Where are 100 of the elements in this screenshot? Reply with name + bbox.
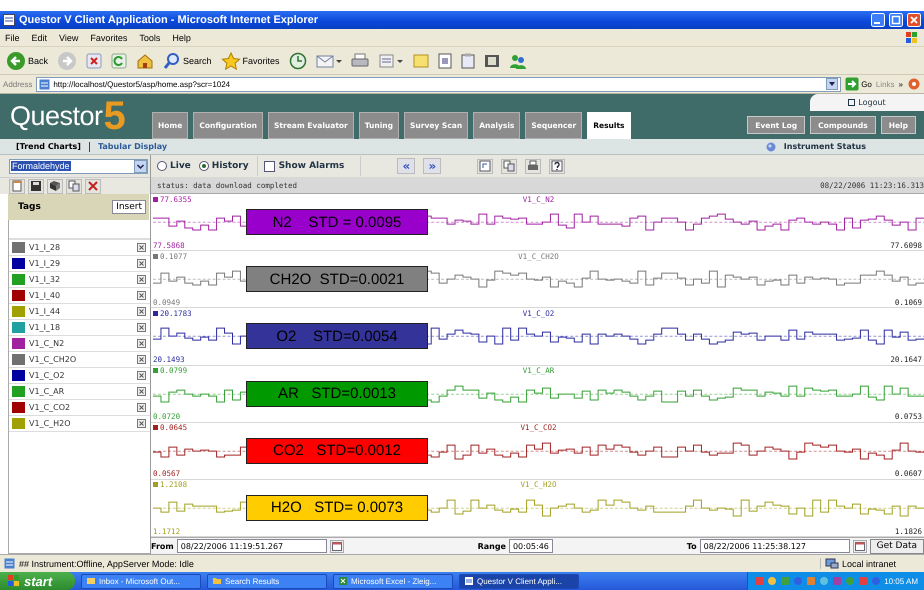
- logout-link[interactable]: Logout: [810, 94, 924, 111]
- taskbar-button[interactable]: Microsoft Excel - Zleig...: [333, 574, 453, 588]
- remove-icon[interactable]: [137, 243, 146, 252]
- radio-option[interactable]: History: [198, 161, 249, 171]
- maximize-icon[interactable]: [889, 13, 903, 27]
- status-text: ## Instrument:Offline, AppServer Mode: Idle: [19, 558, 194, 568]
- clock-icon: [288, 52, 307, 70]
- clipboard-icon: [460, 52, 475, 68]
- folder-icon: [212, 576, 222, 586]
- annotation-box: AR STD=0.0013: [246, 380, 428, 407]
- instrument-status-label[interactable]: Instrument Status: [784, 142, 866, 151]
- search-button[interactable]: Search: [161, 48, 214, 72]
- insert-button[interactable]: Insert: [112, 200, 146, 214]
- page-icon: [4, 558, 15, 569]
- tag-row[interactable]: V1_I_28: [9, 240, 150, 256]
- taskbar-button[interactable]: Inbox - Microsoft Out...: [81, 574, 201, 588]
- radio-option[interactable]: Live: [157, 161, 191, 171]
- copy-chart-button[interactable]: [501, 158, 518, 174]
- page-nav-button[interactable]: »: [423, 158, 442, 174]
- page-nav-button[interactable]: «: [397, 158, 416, 174]
- annotation-box: O2 STD=0.0054: [246, 323, 428, 350]
- back-button[interactable]: Back: [4, 48, 50, 72]
- page-icon: [39, 78, 50, 90]
- remove-icon[interactable]: [137, 307, 146, 316]
- square-icon: [848, 99, 856, 106]
- menu-item[interactable]: File: [5, 32, 20, 42]
- tag-row[interactable]: V1_C_AR: [9, 384, 150, 400]
- save-button[interactable]: [28, 178, 44, 194]
- remove-icon[interactable]: [137, 339, 146, 348]
- close-icon[interactable]: [907, 13, 921, 27]
- annotation-box: CO2 STD=0.0012: [246, 438, 428, 464]
- tag-row[interactable]: V1_C_N2: [9, 336, 150, 352]
- remove-icon[interactable]: [137, 419, 146, 428]
- windows-logo-icon: [905, 30, 919, 44]
- more-links-button[interactable]: »: [898, 80, 903, 88]
- new-page-button[interactable]: [9, 178, 25, 194]
- from-date-field[interactable]: 08/22/2006 11:19:51.267: [176, 539, 327, 553]
- remove-icon[interactable]: [137, 291, 146, 300]
- clock: 10:05 AM: [884, 576, 918, 586]
- compound-dropdown[interactable]: Formaldehyde: [9, 158, 148, 174]
- copy-icon: [68, 180, 80, 192]
- subnav-link[interactable]: Tabular Display: [98, 142, 168, 151]
- tag-row[interactable]: V1_C_H2O: [9, 416, 150, 432]
- calendar-icon: [854, 542, 865, 550]
- remove-icon[interactable]: [137, 371, 146, 380]
- calendar-button[interactable]: [330, 540, 344, 552]
- address-label: Address: [3, 80, 32, 88]
- menu-item[interactable]: View: [59, 32, 78, 42]
- tag-row[interactable]: V1_C_CO2: [9, 400, 150, 416]
- window-title: Questor V Client Application - Microsoft Internet Explorer: [19, 14, 318, 26]
- menu-item[interactable]: Favorites: [90, 32, 128, 42]
- calendar-button[interactable]: [852, 540, 867, 552]
- tag-row[interactable]: V1_I_18: [9, 320, 150, 336]
- remove-icon[interactable]: [137, 387, 146, 396]
- page-icon: [438, 52, 452, 68]
- range-field[interactable]: 00:05:46: [508, 539, 553, 553]
- go-button[interactable]: Go: [845, 77, 872, 91]
- minimize-icon[interactable]: [871, 13, 885, 27]
- taskbar-button[interactable]: Search Results: [207, 574, 327, 588]
- to-date-field[interactable]: 08/22/2006 11:25:38.127: [700, 539, 850, 553]
- remove-icon[interactable]: [137, 259, 146, 268]
- printer-icon: [350, 52, 369, 68]
- refresh-icon: [111, 52, 128, 68]
- remove-icon[interactable]: [137, 275, 146, 284]
- tag-row[interactable]: V1_I_40: [9, 288, 150, 304]
- page-icon: [464, 576, 474, 586]
- copy-icon: [503, 160, 516, 172]
- delete-button[interactable]: [85, 178, 101, 194]
- taskbar-button[interactable]: Questor V Client Appli...: [459, 574, 579, 588]
- tag-row[interactable]: V1_I_29: [9, 256, 150, 272]
- menu-item[interactable]: Tools: [139, 32, 160, 42]
- envelope-icon: [316, 52, 342, 68]
- from-label: From: [151, 542, 174, 550]
- calendar-icon: [332, 542, 342, 550]
- subnav-link[interactable]: [Trend Charts]: [16, 142, 81, 151]
- print-button[interactable]: [525, 158, 542, 174]
- favorites-button[interactable]: Favorites: [218, 48, 282, 72]
- copy-button[interactable]: [66, 178, 82, 194]
- printer-icon: [527, 160, 540, 172]
- tag-row[interactable]: V1_I_44: [9, 304, 150, 320]
- remove-icon[interactable]: [137, 403, 146, 412]
- get-data-button[interactable]: Get Data: [870, 538, 924, 554]
- remove-icon[interactable]: [137, 355, 146, 364]
- url-text: http://localhost/Questor5/asp/home.asp?scr=1024: [53, 80, 230, 88]
- tag-row[interactable]: V1_C_O2: [9, 368, 150, 384]
- show-alarms-checkbox[interactable]: Show Alarms: [256, 156, 362, 176]
- delete-icon: [87, 180, 99, 192]
- start-button[interactable]: start: [0, 572, 75, 590]
- book-icon: [49, 180, 61, 192]
- menu-item[interactable]: Help: [172, 32, 191, 42]
- open-button[interactable]: [47, 178, 63, 194]
- tag-row[interactable]: V1_I_32: [9, 272, 150, 288]
- tag-row[interactable]: V1_C_CH2O: [9, 352, 150, 368]
- zone-label: Local intranet: [842, 558, 896, 568]
- remove-icon[interactable]: [137, 323, 146, 332]
- export-button[interactable]: [477, 158, 494, 174]
- address-field[interactable]: http://localhost/Questor5/asp/home.asp?scr=1024: [36, 76, 842, 92]
- menu-item[interactable]: Edit: [32, 32, 48, 42]
- page-icon: [11, 180, 23, 192]
- help-button[interactable]: [549, 158, 566, 174]
